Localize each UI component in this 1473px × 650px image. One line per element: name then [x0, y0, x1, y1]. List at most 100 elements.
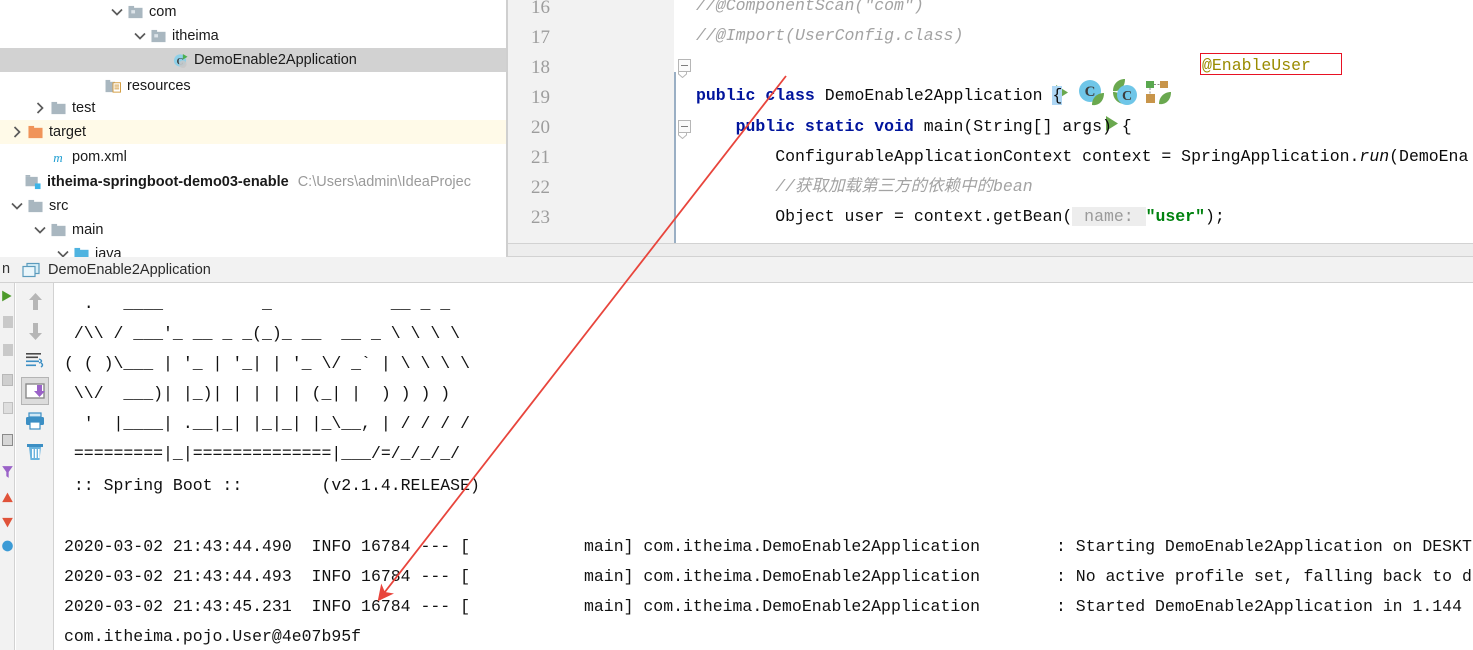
arrow-down-icon [28, 322, 42, 340]
code-line-20[interactable]: public static void main(String[] args) { [696, 117, 1132, 137]
tree-item-label: resources [127, 78, 191, 94]
editor-bottom-strip [508, 243, 1473, 257]
tree-item-demoenable2application[interactable]: C DemoEnable2Application [0, 48, 508, 72]
tree-item-label: target [49, 124, 87, 140]
arrow-up-icon [28, 292, 42, 310]
run-configuration-icon [22, 262, 40, 278]
code-token: (DemoEna [1389, 147, 1469, 166]
svg-text:C: C [1085, 84, 1096, 100]
soft-wrap-icon [26, 353, 44, 368]
code-token: //@ComponentScan("com") [696, 0, 924, 15]
clear-all-button[interactable] [21, 437, 49, 465]
target-folder-icon [28, 125, 43, 138]
line-number: 16 [531, 0, 550, 18]
layout-settings-icon[interactable] [1, 429, 14, 451]
fold-marker-class[interactable] [678, 59, 691, 72]
maven-file-icon: m [53, 150, 62, 165]
tree-item-target[interactable]: target [0, 120, 508, 144]
tree-item-com[interactable]: com [0, 0, 176, 24]
tree-chevron-spacer [88, 79, 102, 93]
code-token: public static void [696, 117, 924, 136]
fold-marker-method[interactable] [678, 120, 691, 133]
code-line-16[interactable]: //@ComponentScan("com") [696, 0, 924, 16]
tree-item-module-root[interactable]: itheima-springboot-demo03-enable C:\Users… [0, 170, 471, 194]
resources-folder-icon [105, 79, 121, 93]
code-line-23[interactable]: Object user = context.getBean( name: "us… [696, 207, 1225, 227]
svg-text:C: C [1122, 89, 1132, 104]
log-line-logger: main] com.itheima.DemoEnable2Application [584, 597, 981, 616]
tree-item-pom-xml[interactable]: m pom.xml [0, 145, 127, 169]
next-error-icon[interactable] [1, 511, 14, 533]
code-token: Object user = context.getBean( [696, 207, 1073, 226]
code-token: ); [1205, 207, 1225, 226]
tree-item-main[interactable]: main [0, 218, 103, 242]
code-editor[interactable]: 16 17 18 19 20 21 22 23 C C @EnableUser … [508, 0, 1473, 243]
pause-icon[interactable] [1, 339, 14, 361]
prev-error-icon[interactable] [1, 487, 14, 509]
info-icon[interactable] [1, 535, 14, 557]
log-line-logger: main] com.itheima.DemoEnable2Application [584, 567, 981, 586]
scroll-to-end-button[interactable] [21, 377, 49, 405]
chevron-down-icon[interactable] [33, 223, 47, 237]
code-token: class [765, 86, 825, 105]
run-tab-demoenable2application[interactable]: DemoEnable2Application [22, 259, 211, 281]
code-line-19[interactable]: public class DemoEnable2Application { [696, 86, 1063, 106]
folder-icon [51, 223, 66, 236]
chevron-down-icon[interactable] [133, 29, 147, 43]
chevron-right-icon[interactable] [33, 101, 47, 115]
resume-icon[interactable] [1, 369, 14, 391]
tree-item-java[interactable]: java [0, 242, 122, 257]
code-token: //@Import(UserConfig.class) [696, 26, 964, 45]
code-line-17[interactable]: //@Import(UserConfig.class) [696, 26, 963, 46]
console-output[interactable]: . ____ _ __ _ _ /\\ / ___'_ __ _ _(_)_ _… [55, 284, 1473, 650]
run-tab-bar [0, 257, 1473, 283]
run-tab-label: DemoEnable2Application [48, 262, 211, 278]
java-class-run-icon: C [173, 53, 188, 68]
tree-item-test[interactable]: test [0, 96, 95, 120]
dump-threads-icon[interactable] [1, 397, 14, 419]
filter-icon[interactable] [1, 461, 14, 483]
run-console-toolbar[interactable] [16, 283, 54, 650]
tree-item-path: C:\Users\admin\IdeaProjec [297, 174, 471, 190]
scroll-up-button[interactable] [21, 287, 49, 315]
spring-boot-banner: . ____ _ __ _ _ /\\ / ___'_ __ _ _(_)_ _… [64, 294, 470, 463]
tree-item-label: java [95, 246, 122, 257]
parameter-hint: name: [1072, 207, 1146, 226]
soft-wrap-button[interactable] [21, 347, 49, 375]
run-far-toolbar[interactable] [0, 283, 15, 650]
code-token: "user" [1145, 207, 1205, 226]
rerun-icon[interactable] [1, 285, 14, 307]
package-folder-icon [128, 5, 143, 18]
tree-item-src[interactable]: src [0, 194, 68, 218]
package-folder-icon [151, 29, 166, 42]
print-button[interactable] [21, 407, 49, 435]
code-line-22[interactable]: //获取加载第三方的依赖中的bean [696, 177, 1032, 197]
tree-item-resources[interactable]: resources [0, 74, 191, 98]
spring-bean-icon[interactable]: C [1078, 79, 1105, 106]
folder-icon [51, 101, 66, 114]
spring-config-icon[interactable]: C [1112, 79, 1139, 106]
tree-item-label: pom.xml [72, 149, 127, 165]
tree-item-label: com [149, 4, 177, 20]
log-line-message: : Started DemoEnable2Application in 1.14… [1056, 597, 1462, 616]
code-token: run [1359, 147, 1390, 166]
spring-component-icon[interactable] [1145, 80, 1173, 105]
run-tool-window: n DemoEnable2Application . ____ _ __ _ _… [0, 257, 1473, 650]
log-line-timestamp: 2020-03-02 21:43:44.490 INFO 16784 --- [ [64, 537, 470, 556]
chevron-down-icon[interactable] [110, 5, 124, 19]
tree-chevron-spacer [33, 150, 47, 164]
code-line-21[interactable]: ConfigurableApplicationContext context =… [696, 147, 1468, 167]
stop-icon[interactable] [1, 311, 14, 333]
enable-user-annotation[interactable]: @EnableUser [1202, 56, 1311, 76]
chevron-down-icon[interactable] [56, 247, 70, 257]
fold-marker-tip-method [678, 133, 687, 139]
log-line-message: : No active profile set, falling back to… [1056, 567, 1472, 586]
chevron-down-icon[interactable] [10, 199, 24, 213]
scroll-down-button[interactable] [21, 317, 49, 345]
tree-item-label: itheima [172, 28, 219, 44]
code-token: DemoEnable2Application [824, 86, 1053, 105]
tree-item-itheima[interactable]: itheima [0, 24, 219, 48]
chevron-right-icon[interactable] [10, 125, 24, 139]
project-tool-window[interactable]: com itheima C DemoEnable2Application resourc… [0, 0, 508, 257]
log-line-logger: main] com.itheima.DemoEnable2Application [584, 537, 981, 556]
